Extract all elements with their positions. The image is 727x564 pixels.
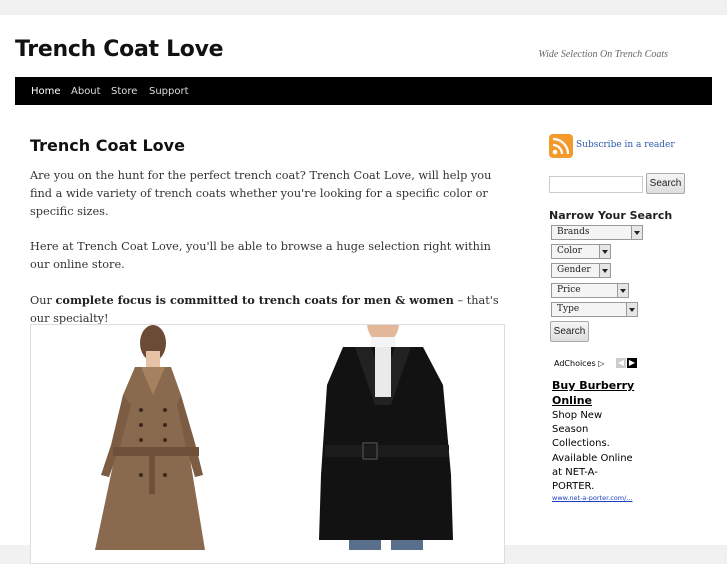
search-button[interactable]: Search [646,173,685,194]
post-title: Trench Coat Love [30,136,185,155]
site-tagline: Wide Selection On Trench Coats [538,49,668,60]
chevron-down-icon [599,245,610,258]
chevron-down-icon [631,226,642,239]
adchoices-text: AdChoices [554,359,596,368]
adchoices-icon: ▷ [598,359,605,368]
product-image-box [30,324,505,564]
nav-home[interactable]: Home [31,86,61,97]
narrow-search-button[interactable]: Search [550,321,589,342]
trench-coat-photos[interactable] [31,325,505,552]
post-paragraph-store: Here at Trench Coat Love, you'll be able… [30,240,491,271]
nav-about[interactable]: About [71,86,101,97]
womens-trench-coat-image [95,325,205,550]
mens-trench-coat-image [319,325,453,552]
post-paragraph-intro: Are you on the hunt for the perfect tren… [30,169,492,218]
ad-next-icon[interactable]: ▶ [627,358,637,368]
search-input[interactable] [549,176,643,193]
ad-url-link[interactable]: www.net-a-porter.com/... [552,494,633,502]
focus-prefix: Our [30,294,56,307]
price-select[interactable]: Price [551,283,629,298]
price-select-value: Price [557,285,581,295]
gender-select[interactable]: Gender [551,263,611,278]
focus-bold-text: complete focus is committed to trench co… [55,293,454,307]
chevron-down-icon [599,264,610,277]
nav-support[interactable]: Support [149,86,189,97]
color-select[interactable]: Color [551,244,611,259]
type-select[interactable]: Type [551,302,638,317]
site-title[interactable]: Trench Coat Love [15,37,224,62]
adchoices-label[interactable]: AdChoices ▷ [554,359,604,368]
brands-select[interactable]: Brands [551,225,643,240]
ad-body-text: Shop New Season Collections. Available O… [552,410,633,493]
post-paragraph-focus: Our complete focus is committed to trenc… [30,291,505,328]
brands-select-value: Brands [557,227,590,237]
chevron-down-icon [617,284,628,297]
ad-title-link[interactable]: Buy Burberry Online [552,378,642,408]
narrow-search-title: Narrow Your Search [549,209,673,222]
gender-select-value: Gender [557,265,591,275]
rss-feed-icon[interactable] [549,134,573,158]
nav-store[interactable]: Store [111,86,137,97]
main-navigation: Home About Store Support [15,77,712,105]
ad-prev-icon[interactable]: ◀ [616,358,626,368]
type-select-value: Type [557,304,580,314]
chevron-down-icon [626,303,637,316]
subscribe-link[interactable]: Subscribe in a reader [576,140,675,150]
post-content: Trench Coat Love Are you on the hunt for… [30,136,505,345]
color-select-value: Color [557,246,582,256]
